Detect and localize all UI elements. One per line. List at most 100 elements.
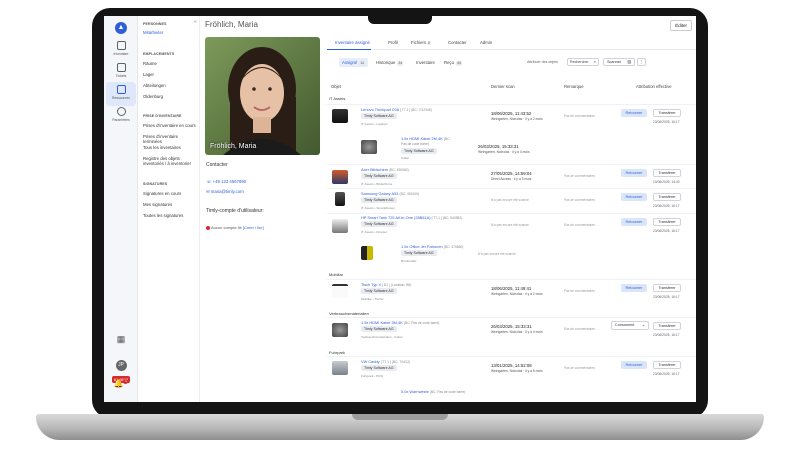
contact-email[interactable]: ✉ maria@timly.com: [206, 189, 244, 195]
nav-section-title: SIGNATURES: [143, 182, 168, 186]
nav-section-title: EMPLACEMENTS: [143, 52, 175, 56]
item-link[interactable]: VW Caddy [ T7.1 ] (BC: 7/N/12): [361, 359, 410, 364]
transfer-button[interactable]: Transférer: [653, 193, 681, 201]
nav-item-all-signatures[interactable]: Toutes les signatures: [143, 213, 198, 219]
item-thumbnail-cable: [332, 323, 348, 337]
create-link-account-link[interactable]: [Créer / lier]: [243, 225, 264, 230]
tab-profile[interactable]: Profil: [388, 40, 398, 45]
tab-assigned-inventory[interactable]: Inventaire assigné: [335, 40, 370, 45]
search-input[interactable]: Rechercher ⌕: [567, 58, 599, 66]
nav-item-oldenburg[interactable]: Oldenburg: [143, 94, 198, 100]
column-header-remark: Remarque: [564, 84, 584, 89]
tab-admin[interactable]: Admin: [480, 40, 492, 45]
owner-chip: Timly Software AG: [401, 148, 437, 154]
camera-notch: [368, 14, 432, 24]
item-tag: (BC: 470680): [443, 245, 464, 249]
nav-item-all-inventories[interactable]: Tous les inventaires: [143, 145, 198, 151]
transfer-button[interactable]: Transférer: [653, 284, 681, 292]
nav-item-signatures-running[interactable]: Signatures en cours: [143, 191, 198, 197]
nav-item-storage[interactable]: Lager: [143, 72, 198, 78]
app-logo-icon[interactable]: ▲: [115, 22, 127, 34]
rail-item-label: Paramètres: [112, 118, 130, 122]
more-options-icon[interactable]: ⋮: [637, 58, 646, 66]
subtab-label: Reçu: [444, 60, 455, 65]
subtab-inventory[interactable]: Inventaire: [413, 58, 438, 67]
item-thumbnail-monitor: [332, 170, 348, 184]
subtab-badge: 44: [456, 61, 462, 66]
return-button[interactable]: Retourner: [621, 284, 647, 292]
return-button[interactable]: Retourner: [621, 361, 647, 369]
return-button[interactable]: Retourner: [621, 169, 647, 177]
scan-button[interactable]: Scanner ▥: [603, 58, 635, 66]
nav-item-rooms[interactable]: Räume: [143, 61, 198, 67]
apps-grid-icon[interactable]: ▦: [104, 334, 138, 345]
scan-date: 13/01/2025, 14:52:08: [491, 363, 532, 368]
item-category: Verbrauchsmaterialien › Kabel: [361, 335, 403, 339]
transfer-button[interactable]: Transférer: [653, 109, 681, 117]
scan-date: 26/03/2025, 15:33:31: [491, 324, 532, 329]
error-dot-icon: [206, 225, 210, 230]
ticket-icon: [116, 63, 126, 72]
transfer-button[interactable]: Transférer: [653, 169, 681, 177]
remark-text: N'a pas encore été scanné: [478, 252, 516, 256]
subtab-assigned[interactable]: Assigné 14: [339, 58, 369, 67]
rail-item-tickets[interactable]: Tickets: [106, 60, 136, 84]
tab-contact[interactable]: Contacter: [448, 40, 467, 45]
item-thumbnail-van: [332, 361, 348, 375]
scan-date: 26/03/2025, 15:33:31: [478, 144, 519, 149]
transfer-button[interactable]: Transférer: [653, 322, 681, 330]
notification-bell-icon[interactable]: 🔔 1: [104, 379, 138, 388]
rail-item-settings[interactable]: Paramètres: [106, 104, 136, 128]
inventory-icon: [116, 41, 126, 50]
item-link[interactable]: 1.5x HDMI Kabel 3M,4K (BC: Pas de code b…: [361, 320, 439, 325]
subtab-label: Inventaire: [416, 60, 435, 65]
transfer-button[interactable]: Transférer: [653, 218, 681, 226]
edit-button[interactable]: Éditer: [670, 20, 692, 31]
item-link[interactable]: HP Smart Tank 725 All-In-One (28B51A) [ …: [361, 215, 462, 220]
subtab-history[interactable]: Historique 24: [373, 58, 406, 67]
owner-chip: Timly Software AG: [361, 288, 397, 294]
nav-item-inventory-running[interactable]: Prises d'inventaire en cours: [143, 123, 198, 129]
nav-item-inventory-done[interactable]: Prises d'inventaire terminées: [143, 134, 198, 144]
portrait-illustration: [223, 47, 301, 155]
icon-rail: ▲ Inventaire Tickets Ressources Paramètr…: [104, 16, 138, 402]
item-link[interactable]: Samsung Galaxy A53 (BC: 490100): [361, 191, 419, 196]
item-thumbnail-cartridges: [361, 246, 373, 260]
item-thumbnail-printer: [332, 219, 348, 233]
return-button[interactable]: Retourner: [621, 218, 647, 226]
phone-number: +49 123 4567890: [212, 179, 247, 184]
rail-item-inventory[interactable]: Inventaire: [106, 38, 136, 62]
scan-by: Weingarten, Nicholas · il y a 4 mois: [491, 330, 543, 334]
item-name: Lenovo Thinkpad C06: [361, 107, 399, 112]
consumed-dropdown[interactable]: Consommé ⌄: [611, 321, 649, 330]
transfer-button[interactable]: Transférer: [653, 361, 681, 369]
return-button[interactable]: Retourner: [621, 109, 647, 117]
item-link[interactable]: Tisch Typ X [ B1 ] (Location: B5): [361, 282, 411, 287]
nav-item-departments[interactable]: Abteilungen: [143, 83, 198, 89]
rail-item-resources[interactable]: Ressources: [106, 82, 136, 106]
item-link[interactable]: 1.5x HDMI Kabel 2M,4K (BC: Pas de code b…: [401, 136, 457, 146]
subtab-received[interactable]: Reçu 44: [441, 58, 465, 67]
scan-by: Weingarten, Nicholas · il y a 2 mois: [491, 117, 543, 121]
item-thumbnail-laptop: [332, 109, 348, 123]
item-link[interactable]: Lenovo Thinkpad C06 [ T7.1 ] (BC: 7/1234…: [361, 107, 432, 112]
remark-text: Pas de commentaires: [564, 223, 595, 227]
item-link[interactable]: 5.0x Warnweste (BC: Pas de code barre): [401, 389, 465, 394]
return-button[interactable]: Retourner: [621, 193, 647, 201]
assign-objects-link[interactable]: Attribuer des objets: [527, 60, 558, 64]
nav-item-employees[interactable]: Mitarbeiter: [143, 30, 198, 36]
scan-date: 27/05/2025, 14:59:04: [491, 171, 532, 176]
main-tabs: Inventaire assigné Profil Fichiers 0 Cont…: [327, 38, 696, 51]
item-link[interactable]: Acer Bildschirm (BC: 490060): [361, 167, 409, 172]
collapse-sidebar-icon[interactable]: «: [194, 19, 197, 25]
column-header-last-scan: Dernier scan: [491, 84, 515, 89]
scan-by: Direct Access · il y a 3 mois: [491, 177, 532, 181]
tab-files[interactable]: Fichiers 0: [411, 40, 431, 45]
nav-item-object-register[interactable]: Registre des objets inventoriés / à inve…: [143, 156, 198, 166]
scan-label: Scanner: [607, 60, 622, 64]
subtab-badge: 14: [359, 61, 366, 66]
item-category: IT Assets › Bildschirme: [361, 182, 393, 186]
nav-item-my-signatures[interactable]: Mes signatures: [143, 202, 198, 208]
contact-phone[interactable]: ☏ +49 123 4567890: [206, 179, 246, 185]
item-link[interactable]: 1.5x Office Jet Patronen (BC: 470680): [401, 244, 463, 249]
